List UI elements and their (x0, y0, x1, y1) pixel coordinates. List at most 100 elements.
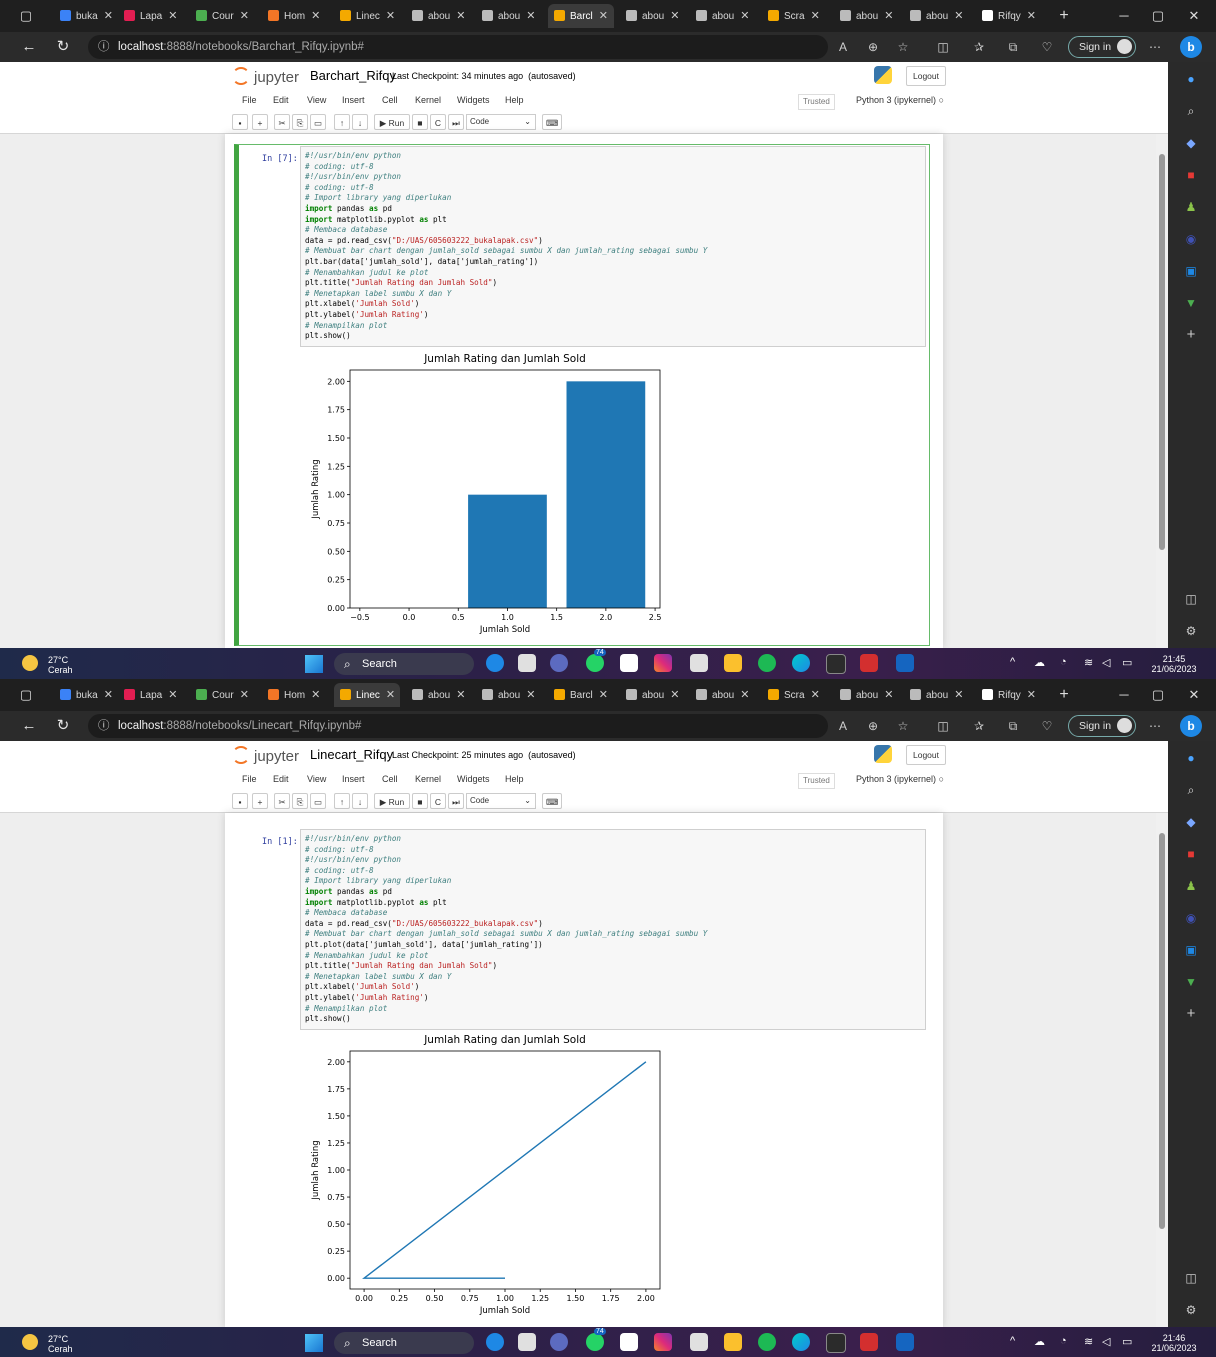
favorites-icon[interactable]: ✰ (970, 717, 988, 735)
close-tab-icon[interactable]: ✕ (386, 689, 395, 701)
close-tab-icon[interactable]: ✕ (670, 10, 679, 22)
command-palette-icon[interactable]: ⌨ (542, 114, 563, 130)
tray-app-icon[interactable]: ◔ (1060, 656, 1067, 668)
favorite-star-icon[interactable]: ☆ (894, 38, 912, 56)
tray-chevron-icon[interactable]: ^ (1010, 1335, 1015, 1347)
notifications-icon[interactable]: ● (1182, 749, 1200, 767)
browser-tab[interactable]: abou ✕ (406, 683, 472, 707)
file-explorer-icon[interactable] (724, 654, 742, 672)
sign-in-button[interactable]: Sign in (1068, 36, 1136, 58)
close-tab-icon[interactable]: ✕ (954, 10, 963, 22)
settings-gear-icon[interactable]: ⚙ (1182, 1301, 1200, 1319)
zoom-icon[interactable]: ⊕ (864, 38, 882, 56)
menu-edit[interactable]: Edit (273, 774, 289, 784)
browser-tab[interactable]: abou ✕ (620, 683, 686, 707)
restart-icon[interactable]: C (430, 793, 446, 809)
close-tab-icon[interactable]: ✕ (386, 10, 395, 22)
trusted-badge[interactable]: Trusted (798, 94, 835, 110)
collections-icon[interactable]: ⧉ (1004, 38, 1022, 56)
menu-view[interactable]: View (307, 95, 326, 105)
menu-widgets[interactable]: Widgets (457, 774, 490, 784)
taskbar-search[interactable]: ⌕ Search (334, 1332, 474, 1354)
save-icon[interactable]: ▪ (232, 114, 248, 130)
scrollbar-thumb[interactable] (1159, 154, 1165, 550)
cell-type-select[interactable]: Code ⌄ (466, 114, 536, 130)
cell-type-select[interactable]: Code ⌄ (466, 793, 536, 809)
copy-icon[interactable]: ⎘ (292, 793, 308, 809)
restore-button[interactable]: ▢ (1140, 679, 1176, 711)
menu-widgets[interactable]: Widgets (457, 95, 490, 105)
chat-icon[interactable] (550, 1333, 568, 1351)
read-aloud-icon[interactable]: A (834, 38, 852, 56)
notebook-scrollbar[interactable] (1156, 813, 1168, 1327)
zoom-icon[interactable]: ⊕ (864, 717, 882, 735)
notebook-name[interactable]: Linecart_Rifqy (310, 747, 393, 762)
close-tab-icon[interactable]: ✕ (599, 10, 608, 22)
copilot-icon[interactable]: b (1180, 36, 1202, 58)
command-palette-icon[interactable]: ⌨ (542, 793, 563, 809)
close-tab-icon[interactable]: ✕ (599, 689, 608, 701)
move-up-icon[interactable]: ↑ (334, 793, 350, 809)
favorite-star-icon[interactable]: ☆ (894, 717, 912, 735)
browser-tab[interactable]: Linec ✕ (334, 683, 400, 707)
chat-icon[interactable] (550, 654, 568, 672)
close-tab-icon[interactable]: ✕ (311, 689, 320, 701)
edge-icon[interactable] (792, 654, 810, 672)
scrollbar-thumb[interactable] (1159, 833, 1165, 1229)
terminal-icon[interactable] (826, 1333, 846, 1353)
notebook-scrollbar[interactable] (1156, 134, 1168, 648)
browser-tab[interactable]: buka ✕ (54, 683, 120, 707)
move-up-icon[interactable]: ↑ (334, 114, 350, 130)
split-screen-icon[interactable]: ◫ (934, 717, 952, 735)
menu-insert[interactable]: Insert (342, 774, 365, 784)
browser-tab[interactable]: abou ✕ (690, 4, 756, 28)
restart-icon[interactable]: C (430, 114, 446, 130)
start-button[interactable] (305, 1334, 323, 1352)
close-tab-icon[interactable]: ✕ (811, 689, 820, 701)
outlook-icon[interactable]: ▣ (1182, 941, 1200, 959)
browser-tab[interactable]: Hom ✕ (262, 683, 328, 707)
start-button[interactable] (305, 655, 323, 673)
favorites-icon[interactable]: ✰ (970, 38, 988, 56)
tray-cloud-icon[interactable]: ☁ (1034, 1335, 1045, 1348)
tray-chevron-icon[interactable]: ^ (1010, 656, 1015, 668)
cut-icon[interactable]: ✂ (274, 793, 290, 809)
m365-icon[interactable]: ◉ (1182, 909, 1200, 927)
bing-icon[interactable] (486, 654, 504, 672)
settings-gear-icon[interactable]: ⚙ (1182, 622, 1200, 640)
menu-cell[interactable]: Cell (382, 774, 398, 784)
interrupt-icon[interactable]: ■ (412, 793, 428, 809)
acrobat-icon[interactable] (860, 1333, 878, 1351)
code-editor[interactable]: #!/usr/bin/env python # coding: utf-8 #!… (300, 829, 926, 1030)
close-tab-icon[interactable]: ✕ (168, 10, 177, 22)
close-window-button[interactable]: ✕ (1176, 679, 1212, 711)
menu-file[interactable]: File (242, 95, 257, 105)
spotify-icon[interactable] (758, 1333, 776, 1351)
browser-tab[interactable]: abou ✕ (834, 683, 900, 707)
add-sidebar-icon[interactable]: + (1182, 1005, 1200, 1023)
browser-tab[interactable]: abou ✕ (406, 4, 472, 28)
restart-run-all-icon[interactable]: ⏭ (448, 114, 464, 130)
hide-sidebar-icon[interactable]: ◫ (1182, 1269, 1200, 1287)
hide-sidebar-icon[interactable]: ◫ (1182, 590, 1200, 608)
url-field[interactable]: ⓘ localhost:8888/notebooks/Linecart_Rifq… (88, 714, 828, 738)
outlook-icon[interactable]: ▣ (1182, 262, 1200, 280)
restart-run-all-icon[interactable]: ⏭ (448, 793, 464, 809)
minimize-button[interactable]: ─ (1106, 679, 1142, 711)
browser-essentials-icon[interactable]: ♡ (1038, 38, 1056, 56)
close-tab-icon[interactable]: ✕ (740, 10, 749, 22)
back-icon[interactable]: ← (18, 36, 40, 58)
paste-icon[interactable]: ▭ (310, 114, 327, 130)
close-window-button[interactable]: ✕ (1176, 0, 1212, 32)
copy-icon[interactable]: ⎘ (292, 114, 308, 130)
wifi-icon[interactable]: ≋ (1084, 656, 1093, 669)
run-button[interactable]: ▶ Run (374, 114, 410, 130)
whatsapp-icon[interactable]: 74 (586, 649, 606, 672)
sign-in-button[interactable]: Sign in (1068, 715, 1136, 737)
menu-kernel[interactable]: Kernel (415, 774, 441, 784)
browser-tab[interactable]: abou ✕ (834, 4, 900, 28)
split-screen-icon[interactable]: ◫ (934, 38, 952, 56)
more-menu-icon[interactable]: ⋯ (1146, 717, 1164, 735)
notifications-icon[interactable]: ● (1182, 70, 1200, 88)
browser-tab[interactable]: Scra ✕ (762, 683, 828, 707)
